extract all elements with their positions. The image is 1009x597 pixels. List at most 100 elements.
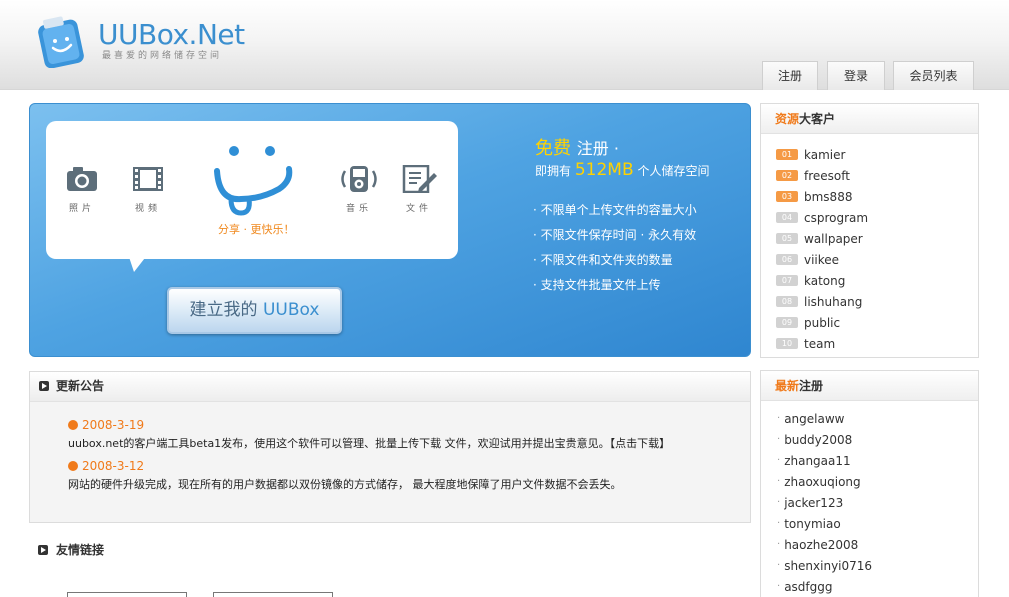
customer-name[interactable]: team <box>804 337 835 351</box>
list-item[interactable]: · asdfggg <box>777 576 978 597</box>
rank-badge: 05 <box>776 233 798 244</box>
header-rest: 大客户 <box>799 112 836 126</box>
logo-tagline: 最喜爱的网络储存空间 <box>102 51 223 61</box>
newest-members-list: · angelaww · buddy2008 · zhangaa11 · zhaoxuqion… <box>761 401 978 597</box>
bullet-dot-icon: · <box>777 581 781 592</box>
bullet-dot-icon: · <box>777 455 781 466</box>
member-name[interactable]: asdfggg <box>784 580 832 594</box>
free-register-title[interactable]: 免费 注册 · <box>535 134 619 160</box>
bullet-dot-icon: · <box>777 497 781 508</box>
customer-name[interactable]: lishuhang <box>804 295 862 309</box>
rank-badge: 03 <box>776 191 798 202</box>
storage-prefix: 即拥有 <box>535 164 572 178</box>
arrow-right-icon <box>39 381 49 391</box>
member-name[interactable]: jacker123 <box>784 496 843 510</box>
member-name[interactable]: shenxinyi0716 <box>784 559 872 573</box>
feature-music: 音乐 <box>339 165 379 214</box>
news-text: 网站的硬件升级完成，现在所有的用户数据都以双份镜像的方式储存， 最大程度地保障了… <box>68 478 622 491</box>
bullet-item: · 不限单个上传文件的容量大小 <box>533 203 697 217</box>
customer-name[interactable]: csprogram <box>804 211 868 225</box>
customer-name[interactable]: kamier <box>804 148 845 162</box>
customer-name[interactable]: viikee <box>804 253 839 267</box>
news-text[interactable]: uubox.net的客户端工具beta1发布，使用这个软件可以管理、批量上传下载… <box>68 435 750 451</box>
list-item[interactable]: 01 kamier <box>776 144 978 165</box>
customer-name[interactable]: wallpaper <box>804 232 863 246</box>
member-name[interactable]: zhaoxuqiong <box>784 475 860 489</box>
cta-prefix: 建立我的 <box>189 300 263 320</box>
storage-offer: 即拥有 512MB 个人储存空间 <box>535 160 709 180</box>
create-uubox-button[interactable]: 建立我的 UUBox <box>167 287 342 334</box>
member-name[interactable]: buddy2008 <box>784 433 852 447</box>
nav-member-list[interactable]: 会员列表 <box>893 61 974 90</box>
customer-name[interactable]: public <box>804 316 840 330</box>
arrow-right-icon <box>38 545 48 555</box>
header-highlight: 最新 <box>775 379 800 393</box>
list-item[interactable]: · zhangaa11 <box>777 450 978 471</box>
member-name[interactable]: tonymiao <box>784 517 840 531</box>
document-edit-icon <box>402 164 437 194</box>
free-label: 免费 <box>535 138 571 159</box>
nav-login[interactable]: 登录 <box>827 61 885 90</box>
list-item: 2008-3-12 网站的硬件升级完成，现在所有的用户数据都以双份镜像的方式储存… <box>68 459 750 492</box>
member-name[interactable]: zhangaa11 <box>784 454 850 468</box>
site-header: UUBox.Net 最喜爱的网络储存空间 注册 登录 会员列表 <box>0 0 1009 90</box>
camera-icon <box>67 167 97 191</box>
rank-badge: 10 <box>776 338 798 349</box>
list-item[interactable]: 06 viikee <box>776 249 978 270</box>
news-date: 2008-3-19 <box>82 418 145 432</box>
header-rest: 注册 <box>799 379 824 393</box>
list-item[interactable]: 08 lishuhang <box>776 291 978 312</box>
bullet-dot-icon: · <box>777 476 781 487</box>
smiley-icon <box>214 146 293 216</box>
friend-link-slot[interactable] <box>67 592 187 597</box>
storage-amount: 512MB <box>574 160 634 180</box>
friend-links-header: 友情链接 <box>29 538 104 562</box>
list-item[interactable]: · angelaww <box>777 408 978 429</box>
list-item[interactable]: 05 wallpaper <box>776 228 978 249</box>
top-customers-header: 资源大客户 <box>761 104 978 134</box>
cta-brand: UUBox <box>262 300 320 320</box>
bullet-dot-icon: · <box>777 539 781 550</box>
news-date: 2008-3-12 <box>82 459 145 473</box>
list-item[interactable]: · shenxinyi0716 <box>777 555 978 576</box>
friend-links-title: 友情链接 <box>56 543 105 557</box>
logo-text[interactable]: UUBox.Net <box>98 18 245 51</box>
film-icon <box>133 167 163 191</box>
list-item[interactable]: 10 team <box>776 333 978 354</box>
feature-label: 视频 <box>134 204 161 214</box>
feature-bullets: · 不限单个上传文件的容量大小 · 不限文件保存时间 · 永久有效 · 不限文件… <box>533 201 697 301</box>
list-item[interactable]: 03 bms888 <box>776 186 978 207</box>
list-item[interactable]: · buddy2008 <box>777 429 978 450</box>
rank-badge: 04 <box>776 212 798 223</box>
announcements-panel: 更新公告 2008-3-19 uubox.net的客户端工具beta1发布，使用… <box>29 371 751 523</box>
member-name[interactable]: angelaww <box>784 412 844 426</box>
list-item[interactable]: 09 public <box>776 312 978 333</box>
feature-label: 照片 <box>68 204 95 214</box>
top-customers-list: 01 kamier 02 freesoft 03 bms888 04 csprogram 05 w… <box>761 134 978 354</box>
customer-name[interactable]: bms888 <box>804 190 852 204</box>
announcements-header: 更新公告 <box>30 372 750 402</box>
customer-name[interactable]: katong <box>804 274 845 288</box>
list-item[interactable]: · haozhe2008 <box>777 534 978 555</box>
rank-badge: 09 <box>776 317 798 328</box>
bullet-dot-icon: · <box>777 518 781 529</box>
rank-badge: 07 <box>776 275 798 286</box>
list-item[interactable]: 04 csprogram <box>776 207 978 228</box>
newest-members-panel: 最新注册 · angelaww · buddy2008 · zhangaa11 · zhaox… <box>760 370 979 597</box>
bullet-dot-icon: · <box>777 434 781 445</box>
list-item[interactable]: 02 freesoft <box>776 165 978 186</box>
list-item[interactable]: · jacker123 <box>777 492 978 513</box>
member-name[interactable]: haozhe2008 <box>784 538 858 552</box>
list-item[interactable]: 07 katong <box>776 270 978 291</box>
rank-badge: 01 <box>776 149 798 160</box>
customer-name[interactable]: freesoft <box>804 169 850 183</box>
bullet-dot-icon <box>68 461 78 471</box>
storage-suffix: 个人储存空间 <box>637 164 710 178</box>
list-item[interactable]: · zhaoxuqiong <box>777 471 978 492</box>
friend-link-slot[interactable] <box>213 592 333 597</box>
list-item[interactable]: · tonymiao <box>777 513 978 534</box>
logo-icon[interactable] <box>38 14 88 69</box>
nav-register[interactable]: 注册 <box>762 61 818 90</box>
bullet-item: · 支持文件批量文件上传 <box>533 278 661 292</box>
register-link[interactable]: 注册 · <box>577 139 619 158</box>
